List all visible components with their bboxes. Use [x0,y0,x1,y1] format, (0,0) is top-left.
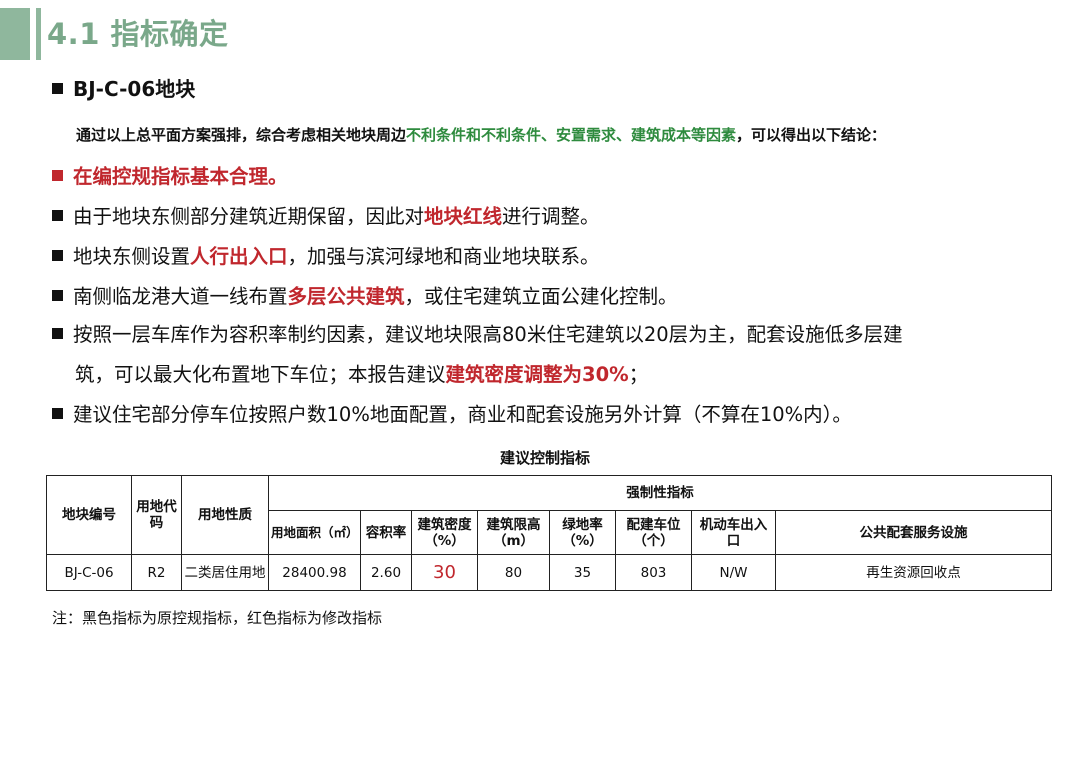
conclusion-item-4: 南侧临龙港大道一线布置多层公共建筑，或住宅建筑立面公建化控制。 [52,280,678,309]
section-heading: BJ-C-06地块 [52,73,195,102]
header-land-code: 用地代码 [131,475,182,555]
conclusion-text: 建议住宅部分停车位按照户数10%地面配置，商业和配套设施另外计算（不算在10%内… [73,403,852,426]
cell-green: 35 [549,554,616,591]
table-caption: 建议控制指标 [499,449,590,467]
title-accent-stripe [36,8,41,60]
footnote: 注：黑色指标为原控规指标，红色指标为修改指标 [52,609,383,627]
cell-height: 80 [477,554,550,591]
square-bullet-icon [52,328,63,339]
cell-far: 2.60 [360,554,412,591]
conclusion-text-end: ，或住宅建筑立面公建化控制。 [404,285,678,308]
conclusion-highlight: 建筑密度调整为30% [445,363,629,386]
conclusion-text: 地块东侧设置 [73,245,191,268]
square-bullet-icon [52,290,63,301]
conclusion-item-5: 按照一层车库作为容积率制约因素，建议地块限高80米住宅建筑以20层为主，配套设施… [52,318,903,347]
header-density: 建筑密度（%） [411,510,478,555]
cell-parking: 803 [615,554,692,591]
cell-area: 28400.98 [268,554,361,591]
page-title: 4.1 指标确定 [47,17,229,51]
intro-paragraph: 通过以上总平面方案强排，综合考虑相关地块周边不利条件和不利条件、安置需求、建筑成… [76,124,886,145]
intro-text-end: ，可以得出以下结论： [736,126,887,144]
conclusion-text: 按照一层车库作为容积率制约因素，建议地块限高80米住宅建筑以20层为主，配套设施… [73,323,903,346]
conclusion-text-end: ； [628,363,649,386]
square-bullet-icon [52,210,63,221]
intro-highlight: 不利条件和不利条件、安置需求、建筑成本等因素 [406,126,737,144]
cell-facilities: 再生资源回收点 [775,554,1052,591]
intro-text: 通过以上总平面方案强排，综合考虑相关地块周边 [76,126,407,144]
conclusion-item-6: 建议住宅部分停车位按照户数10%地面配置，商业和配套设施另外计算（不算在10%内… [52,398,852,427]
section-title: BJ-C-06地块 [73,77,196,101]
cell-land-nature: 二类居住用地 [181,554,269,591]
header-far: 容积率 [360,510,412,555]
header-plot-id: 地块编号 [46,475,132,555]
header-facilities: 公共配套服务设施 [775,510,1052,555]
header-area: 用地面积（㎡） [268,510,361,555]
control-indicators-table: 地块编号 用地代码 用地性质 强制性指标 用地面积（㎡） 容积率 建筑密度（%）… [46,475,1052,591]
cell-plot-id: BJ-C-06 [46,554,132,591]
header-green: 绿地率（%） [549,510,616,555]
square-bullet-icon [52,250,63,261]
conclusion-text: 筑，可以最大化布置地下车位；本报告建议 [75,363,446,386]
conclusion-text-end: ，加强与滨河绿地和商业地块联系。 [287,245,600,268]
square-bullet-icon [52,408,63,419]
conclusion-text-end: 进行调整。 [502,205,600,228]
conclusion-item-1: 在编控规指标基本合理。 [52,160,288,189]
square-bullet-icon [52,170,63,181]
cell-vehicle-entry: N/W [691,554,776,591]
conclusion-item-2: 由于地块东侧部分建筑近期保留，因此对地块红线进行调整。 [52,200,600,229]
conclusion-text: 在编控规指标基本合理。 [73,165,288,188]
header-parking: 配建车位（个） [615,510,692,555]
conclusion-item-5-continued: 筑，可以最大化布置地下车位；本报告建议建筑密度调整为30%； [75,358,648,387]
conclusion-text: 由于地块东侧部分建筑近期保留，因此对 [73,205,425,228]
conclusion-highlight: 人行出入口 [190,245,288,268]
conclusion-highlight: 多层公共建筑 [287,285,405,308]
header-mandatory: 强制性指标 [268,475,1052,511]
table-row: BJ-C-06 R2 二类居住用地 28400.98 2.60 30 80 35… [46,554,1052,591]
header-vehicle-entry: 机动车出入口 [691,510,776,555]
conclusion-item-3: 地块东侧设置人行出入口，加强与滨河绿地和商业地块联系。 [52,240,600,269]
cell-density: 30 [411,554,478,591]
cell-land-code: R2 [131,554,182,591]
title-accent-bar [0,8,30,60]
conclusion-text: 南侧临龙港大道一线布置 [73,285,288,308]
header-land-nature: 用地性质 [181,475,269,555]
conclusion-highlight: 地块红线 [424,205,503,228]
square-bullet-icon [52,83,63,94]
header-height: 建筑限高（m） [477,510,550,555]
